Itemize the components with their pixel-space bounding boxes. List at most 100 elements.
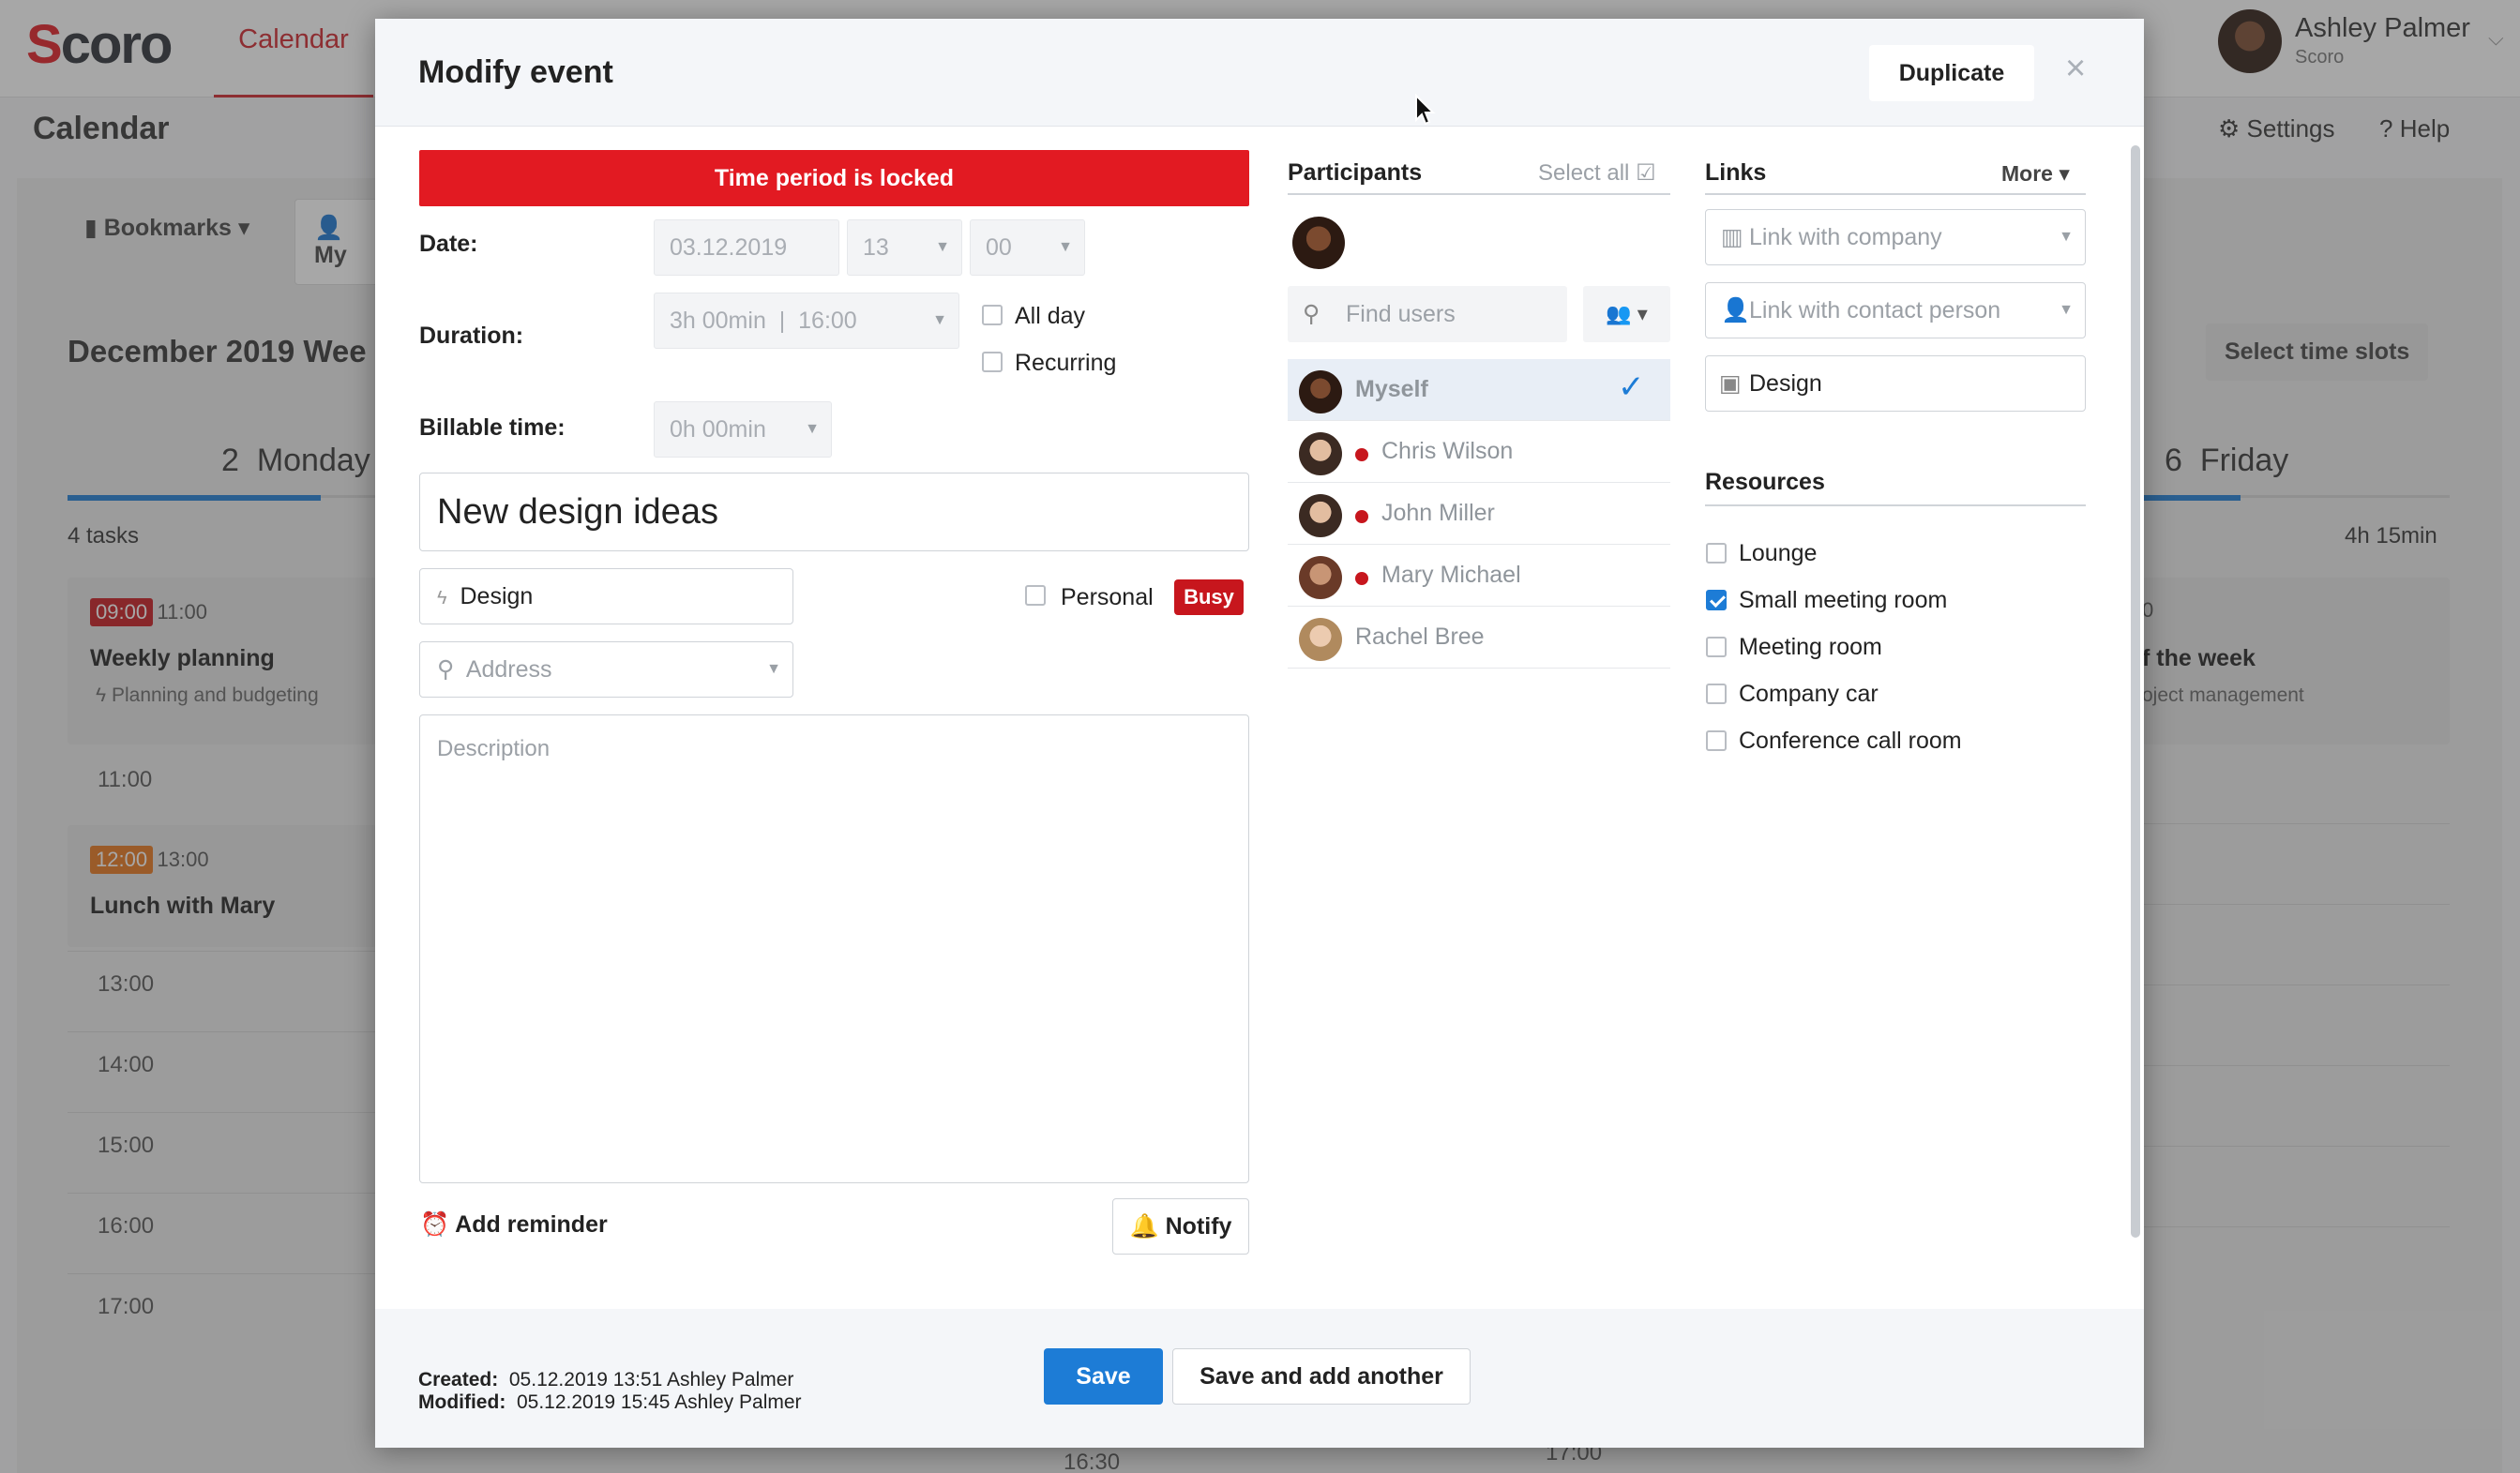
person-icon: 👤 [1721,297,1751,323]
busy-indicator [1355,510,1368,523]
created-value: 05.12.2019 13:51 Ashley Palmer [508,1369,794,1390]
hour-value: 13 [863,234,889,261]
link-company-placeholder: Link with company [1749,224,1942,250]
caret-down-icon: ▼ [932,312,947,328]
modal-header: Modify event Duplicate × [375,19,2144,127]
link-contact-select[interactable]: 👤 Link with contact person ▼ [1705,282,2086,338]
modal-scrollbar[interactable] [2131,145,2140,1238]
save-button[interactable]: Save [1044,1348,1163,1405]
mouse-cursor-icon [1415,94,1436,126]
checkbox-icon: ☑ [1636,160,1656,186]
busy-indicator [1355,448,1368,461]
close-icon[interactable]: × [2065,49,2086,89]
billable-time-select[interactable]: 0h 00min ▼ [654,401,832,458]
description-textarea[interactable]: Description [419,714,1249,1183]
resource-checkbox-lounge[interactable] [1706,543,1727,564]
participant-row[interactable]: Myself ✓ [1288,359,1670,421]
participant-row[interactable]: Chris Wilson [1288,421,1670,483]
billable-value: 0h 00min [670,416,766,443]
building-icon: ▥ [1721,224,1743,250]
participants-heading: Participants [1288,159,1423,186]
find-users-input[interactable]: ⚲ Find users [1288,286,1567,342]
participant-name: Chris Wilson [1381,438,1514,464]
link-company-select[interactable]: ▥ Link with company ▼ [1705,209,2086,265]
minute-select[interactable]: 00 ▼ [970,219,1085,276]
more-dropdown[interactable]: More ▾ [2001,161,2070,187]
recurring-checkbox[interactable] [982,352,1003,372]
modal-title: Modify event [418,54,613,90]
avatar [1299,494,1342,537]
address-placeholder: Address [465,656,552,683]
location-pin-icon: ⚲ [437,656,455,683]
avatar[interactable] [1292,217,1345,269]
duration-field[interactable]: 3h 00min | 16:00 ▼ [654,293,959,349]
add-reminder-button[interactable]: ⏰ Add reminder [420,1211,608,1239]
select-all-label: Select all [1538,160,1630,186]
all-day-checkbox[interactable] [982,305,1003,325]
notify-label: Notify [1165,1213,1232,1240]
resource-label: Meeting room [1739,634,1882,660]
resource-checkbox-company-car[interactable] [1706,684,1727,704]
participant-row[interactable]: Mary Michael [1288,545,1670,607]
personal-label: Personal [1061,584,1154,610]
alarm-clock-icon: ⏰ [420,1211,450,1238]
resource-label: Small meeting room [1739,587,1948,613]
hour-select[interactable]: 13 ▼ [847,219,962,276]
save-and-add-button[interactable]: Save and add another [1172,1348,1471,1405]
caret-down-icon: ▼ [935,239,950,255]
date-field[interactable]: 03.12.2019 [654,219,839,276]
activity-type-field[interactable]: ϟ Design [419,568,793,624]
caret-down-icon: ▼ [2059,302,2074,318]
search-icon: ⚲ [1303,301,1320,327]
minute-value: 00 [986,234,1012,261]
project-link-field[interactable]: ▣ Design [1705,355,2086,412]
caret-down-icon: ▼ [766,661,781,677]
resource-checkbox-meeting-room[interactable] [1706,637,1727,657]
avatar [1299,370,1342,413]
resource-checkbox-small-meeting-room[interactable] [1706,590,1727,610]
links-heading: Links [1705,159,1767,186]
modified-label: Modified: [418,1391,506,1413]
modify-event-modal: Modify event Duplicate × Time period is … [375,19,2144,1448]
participant-name: Myself [1355,376,1428,402]
lightning-icon: ϟ [437,588,447,609]
user-groups-dropdown[interactable]: 👥 ▾ [1583,286,1670,342]
resource-label: Conference call room [1739,728,1962,754]
project-link-value: Design [1749,370,1822,397]
link-contact-placeholder: Link with contact person [1749,297,2001,323]
participant-row[interactable]: John Miller [1288,483,1670,545]
busy-indicator [1355,572,1368,585]
add-reminder-label: Add reminder [455,1211,608,1238]
resource-checkbox-conference-call-room[interactable] [1706,730,1727,751]
participant-row[interactable]: Rachel Bree [1288,607,1670,669]
all-day-label: All day [1015,303,1086,329]
participant-name: John Miller [1381,500,1495,526]
checkmark-icon: ✓ [1618,369,1645,405]
avatar [1299,618,1342,661]
personal-checkbox[interactable] [1025,585,1046,606]
notify-button[interactable]: 🔔 Notify [1112,1198,1249,1255]
address-select[interactable]: ⚲ Address ▼ [419,641,793,698]
duplicate-button[interactable]: Duplicate [1869,45,2034,101]
users-group-icon: 👥 [1606,302,1632,325]
duration-value: 3h 00min [670,308,766,334]
activity-type-value: Design [460,583,534,609]
briefcase-icon: ▣ [1719,370,1742,397]
avatar [1299,432,1342,475]
participant-name: Mary Michael [1381,562,1521,588]
caret-down-icon: ▼ [2059,229,2074,245]
resource-label: Company car [1739,681,1879,707]
modified-info: Modified: 05.12.2019 15:45 Ashley Palmer [418,1391,802,1414]
bell-icon: 🔔 [1129,1213,1159,1240]
modified-value: 05.12.2019 15:45 Ashley Palmer [516,1391,802,1413]
divider [1288,193,1670,195]
event-title-input[interactable]: New design ideas [419,473,1249,551]
select-all-toggle[interactable]: Select all ☑ [1538,159,1656,187]
avatar [1299,556,1342,599]
divider [1705,193,2086,195]
billable-label: Billable time: [419,414,566,441]
busy-badge[interactable]: Busy [1174,579,1244,615]
created-info: Created: 05.12.2019 13:51 Ashley Palmer [418,1369,793,1391]
locked-banner: Time period is locked [419,150,1249,206]
divider [1705,504,2086,506]
